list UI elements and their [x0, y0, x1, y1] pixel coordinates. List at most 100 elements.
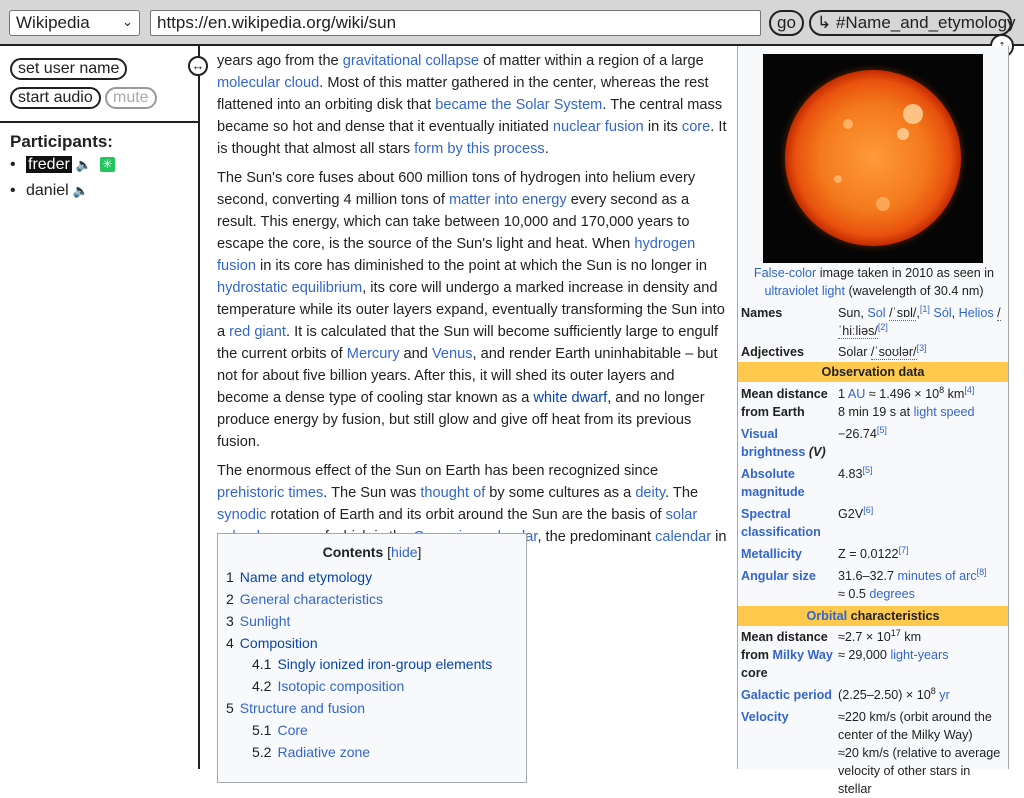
toc-label[interactable]: Core: [277, 722, 307, 738]
ref[interactable]: [5]: [877, 425, 887, 435]
toc-item[interactable]: 5 Structure and fusion: [226, 700, 365, 716]
article-link[interactable]: nuclear fusion: [553, 119, 644, 135]
toc-item[interactable]: 4.1 Singly ionized iron-group elements: [252, 656, 492, 672]
label-link[interactable]: Spectral classification: [741, 507, 821, 539]
article-link[interactable]: core: [682, 119, 710, 135]
light-speed-link[interactable]: light speed: [914, 405, 975, 419]
label-link[interactable]: Metallicity: [741, 547, 802, 561]
ref[interactable]: [6]: [863, 505, 873, 515]
toc-item[interactable]: 4.2 Isotopic composition: [252, 678, 404, 694]
ref[interactable]: [2]: [878, 322, 888, 332]
light-years-link[interactable]: light-years: [890, 648, 948, 662]
article-link[interactable]: became the Solar System: [435, 97, 602, 113]
row-label: Visual brightness (V): [741, 425, 835, 461]
start-audio-button[interactable]: start audio: [10, 87, 101, 109]
ref[interactable]: [1]: [920, 304, 930, 314]
sol-link[interactable]: Sól: [933, 306, 951, 320]
row-label: Metallicity: [741, 545, 835, 563]
label-link[interactable]: Velocity: [741, 710, 789, 724]
toc-item[interactable]: 3 Sunlight: [226, 613, 290, 629]
v: 1: [838, 387, 848, 401]
orbital-link[interactable]: Orbital: [806, 609, 847, 623]
toc-label[interactable]: Sunlight: [240, 613, 291, 629]
horizontal-resize-icon[interactable]: ↔: [188, 56, 208, 76]
article-link[interactable]: thought of: [420, 485, 485, 501]
v: Z = 0.0122: [838, 547, 899, 561]
toc-number: 1: [226, 569, 234, 585]
yr-link[interactable]: yr: [939, 688, 950, 702]
ipa: /ˈsɒl/: [889, 306, 917, 321]
article-link[interactable]: red giant: [229, 324, 286, 340]
article-link[interactable]: gravitational collapse: [343, 53, 479, 69]
v: 8 min 19 s at: [838, 405, 914, 419]
toc-item[interactable]: 5.2 Radiative zone: [252, 744, 370, 760]
infobox: False-color image taken in 2010 as seen …: [737, 46, 1009, 796]
toc-label[interactable]: Isotopic composition: [277, 678, 404, 694]
row-value: Solar /ˈsoʊlər/[3]: [838, 343, 1006, 361]
toc-number: 4.1: [252, 656, 272, 672]
toc-label[interactable]: Radiative zone: [277, 744, 370, 760]
milky-way-link[interactable]: Milky Way: [772, 648, 832, 662]
toc-label[interactable]: Composition: [240, 635, 318, 651]
toc-label[interactable]: Structure and fusion: [240, 700, 365, 716]
toc-item[interactable]: 1 Name and etymology: [226, 569, 372, 585]
image-caption: False-color image taken in 2010 as seen …: [746, 264, 1002, 300]
article-link[interactable]: matter into energy: [449, 192, 567, 208]
row-value: Z = 0.0122[7]: [838, 545, 1006, 563]
v: −26.74: [838, 427, 877, 441]
toc-label[interactable]: Name and etymology: [240, 569, 372, 585]
participant-name[interactable]: freder: [26, 156, 72, 173]
toc-item[interactable]: 4 Composition: [226, 635, 318, 651]
participant-name[interactable]: daniel: [26, 182, 69, 199]
article-link[interactable]: calendar: [655, 529, 711, 545]
article-link[interactable]: white dwarf: [533, 390, 607, 406]
article-link[interactable]: synodic: [217, 507, 266, 523]
article-link[interactable]: Mercury: [347, 346, 400, 362]
site-select-value: Wikipedia: [16, 13, 90, 32]
v: ≈ 29,000: [838, 648, 891, 662]
v: ≈ 0.5: [838, 587, 870, 601]
caption-link[interactable]: ultraviolet light: [764, 284, 845, 298]
url-input[interactable]: https://en.wikipedia.org/wiki/sun: [150, 10, 761, 36]
toc-label[interactable]: General characteristics: [240, 591, 383, 607]
degrees-link[interactable]: degrees: [869, 587, 915, 601]
article-link[interactable]: Venus: [432, 346, 473, 362]
ref[interactable]: [3]: [917, 343, 927, 353]
toc-number: 4: [226, 635, 234, 651]
site-select[interactable]: Wikipedia ⌄: [9, 10, 140, 36]
helios-link[interactable]: Helios: [959, 306, 994, 320]
ref[interactable]: [7]: [899, 545, 909, 555]
left-panel: set user name start audio mute Participa…: [0, 46, 200, 769]
au-link[interactable]: AU: [848, 387, 866, 401]
article-link[interactable]: prehistoric times: [217, 485, 323, 501]
toc-hide-link[interactable]: hide: [391, 544, 417, 560]
go-button[interactable]: go: [769, 10, 804, 36]
ref[interactable]: [5]: [863, 465, 873, 475]
sol-link[interactable]: Sol: [867, 306, 885, 320]
article-link[interactable]: deity: [635, 485, 665, 501]
caption-link[interactable]: False-color: [754, 266, 816, 280]
v-sym: (V): [808, 445, 826, 459]
row-label: Spectral classification: [741, 505, 835, 541]
label-link[interactable]: Absolute magnitude: [741, 467, 805, 499]
article-link[interactable]: hydrostatic equilibrium: [217, 280, 362, 296]
toc-item[interactable]: 2 General characteristics: [226, 591, 383, 607]
arc-link[interactable]: minutes of arc: [898, 569, 977, 583]
mute-button[interactable]: mute: [105, 87, 157, 109]
speaker-icon: 🔈: [75, 157, 92, 172]
ref[interactable]: [8]: [977, 567, 987, 577]
sun-image[interactable]: [763, 54, 983, 263]
label-link[interactable]: Angular size: [741, 569, 816, 583]
row-label: Galactic period: [741, 686, 835, 704]
label-link[interactable]: Visual brightness: [741, 427, 805, 459]
toc-number: 5.1: [252, 722, 272, 738]
anchor-button[interactable]: ↳ #Name_and_etymology: [809, 10, 1016, 36]
article-link[interactable]: molecular cloud: [217, 75, 319, 91]
label-link[interactable]: Galactic period: [741, 688, 832, 702]
toc-item[interactable]: 5.1 Core: [252, 722, 308, 738]
article-link[interactable]: form by this process: [414, 141, 545, 157]
ref[interactable]: [4]: [964, 385, 974, 395]
article-link[interactable]: hydrogen fusion: [217, 236, 695, 274]
set-user-name-button[interactable]: set user name: [10, 58, 128, 80]
toc-label[interactable]: Singly ionized iron-group elements: [277, 656, 492, 672]
